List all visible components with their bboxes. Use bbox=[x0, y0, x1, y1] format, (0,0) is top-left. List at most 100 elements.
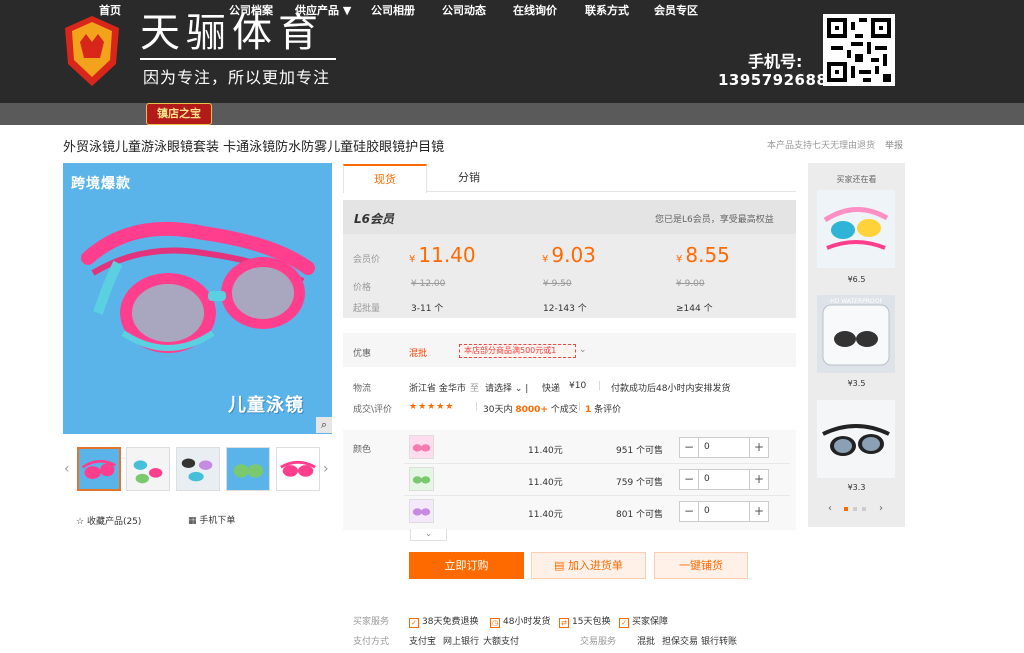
service-item: ✓ 买家保障 bbox=[619, 614, 668, 628]
row-divider bbox=[404, 495, 790, 496]
deal-days: 30天内 bbox=[483, 405, 513, 415]
mobile-order-button[interactable]: ▦ 手机下单 bbox=[188, 513, 235, 526]
shipping-fee: ¥10 bbox=[569, 381, 587, 391]
thumbnail[interactable] bbox=[126, 447, 170, 491]
add-to-cart-button[interactable]: ▤ 加入进货单 bbox=[531, 552, 646, 579]
review-suffix: 条评价 bbox=[594, 405, 622, 415]
original-price: ¥ 9.00 bbox=[676, 279, 705, 289]
quantity-range: 12-143 个 bbox=[543, 304, 587, 314]
nav-item-company-profile[interactable]: 公司档案 bbox=[229, 0, 273, 22]
thumbnail[interactable] bbox=[77, 447, 121, 491]
member-level: L6会员 bbox=[354, 212, 394, 226]
recommended-product-image[interactable] bbox=[817, 190, 895, 268]
nav-item-home[interactable]: 首页 bbox=[99, 0, 121, 22]
quantity-stepper[interactable]: − 0 + bbox=[679, 437, 769, 458]
recommended-product-image[interactable] bbox=[817, 400, 895, 478]
nav-item-inquiry[interactable]: 在线询价 bbox=[513, 0, 557, 22]
deal-number: 8000+ bbox=[515, 405, 548, 415]
service-item: ⇄ 15天包换 bbox=[559, 614, 610, 628]
minus-button[interactable]: − bbox=[680, 502, 699, 521]
member-price: ¥11.40 bbox=[409, 243, 476, 267]
nav-item-products[interactable]: 供应产品 ▼ bbox=[295, 0, 351, 22]
shield-check-icon: ✓ bbox=[619, 618, 629, 628]
thumbnail[interactable] bbox=[176, 447, 220, 491]
thumbnail[interactable] bbox=[276, 447, 320, 491]
sku-stock: 759 个可售 bbox=[616, 478, 664, 488]
sku-thumbnail[interactable] bbox=[409, 499, 434, 523]
quantity-stepper[interactable]: − 0 + bbox=[679, 501, 769, 522]
sku-price: 11.40元 bbox=[528, 446, 563, 456]
one-click-distribute-button[interactable]: 一键铺货 bbox=[654, 552, 748, 579]
recommendation-title: 买家还在看 bbox=[836, 175, 877, 184]
exchange-icon: ⇄ bbox=[559, 618, 569, 628]
quantity-stepper[interactable]: − 0 + bbox=[679, 469, 769, 490]
review-number: 1 bbox=[585, 405, 592, 415]
deal-suffix: 个成交 bbox=[550, 405, 578, 415]
payment-method: 支付宝 bbox=[409, 637, 437, 647]
chevron-down-icon[interactable]: ⌄ bbox=[579, 345, 587, 355]
nav-item-news[interactable]: 公司动态 bbox=[442, 0, 486, 22]
coupon-badge[interactable]: 本店部分商品满500元或1 bbox=[459, 344, 576, 358]
plus-button[interactable]: + bbox=[749, 438, 768, 457]
nav-item-members[interactable]: 会员专区 bbox=[654, 0, 698, 22]
service-label: 15天包换 bbox=[572, 617, 611, 627]
express-label: 快递 bbox=[542, 384, 561, 394]
service-label: 买家保障 bbox=[632, 617, 669, 627]
nav-item-album[interactable]: 公司相册 bbox=[371, 0, 415, 22]
clock-icon: ◷ bbox=[490, 618, 500, 628]
deals-label: 成交\评价 bbox=[353, 405, 393, 415]
favorite-label: 收藏产品(25) bbox=[86, 517, 142, 527]
thumb-prev-arrow-icon[interactable]: ‹ bbox=[64, 461, 70, 477]
brand-divider bbox=[140, 58, 336, 60]
quantity-range: ≥144 个 bbox=[676, 304, 713, 314]
favorite-button[interactable]: ☆ 收藏产品(25) bbox=[76, 514, 141, 527]
sku-thumbnail[interactable] bbox=[409, 435, 434, 459]
price-value: 9.03 bbox=[551, 243, 596, 267]
member-price: ¥8.55 bbox=[676, 243, 730, 267]
chevron-right-icon[interactable]: › bbox=[879, 503, 883, 514]
destination-select[interactable]: 请选择 ⌄ | bbox=[485, 381, 528, 394]
tab-distribution[interactable]: 分销 bbox=[427, 164, 511, 192]
quantity-input[interactable]: 0 bbox=[704, 438, 710, 457]
rating-stars-icon: ★★★★★ bbox=[409, 402, 455, 412]
sku-stock: 801 个可售 bbox=[616, 510, 664, 520]
quantity-input[interactable]: 0 bbox=[704, 470, 710, 489]
price-value: 8.55 bbox=[685, 243, 730, 267]
plus-button[interactable]: + bbox=[749, 502, 768, 521]
order-now-button[interactable]: 立即订购 bbox=[409, 552, 524, 579]
minus-button[interactable]: − bbox=[680, 438, 699, 457]
sku-thumbnail[interactable] bbox=[409, 467, 434, 491]
member-price: ¥9.03 bbox=[542, 243, 596, 267]
recommended-product-image[interactable] bbox=[817, 295, 895, 373]
shield-logo-icon[interactable] bbox=[62, 14, 122, 88]
list-icon: ▤ bbox=[554, 559, 568, 572]
thumb-next-arrow-icon[interactable]: › bbox=[323, 461, 329, 477]
report-link[interactable]: 举报 bbox=[885, 138, 903, 151]
review-count[interactable]: 1 条评价 bbox=[585, 402, 621, 415]
divider: | bbox=[475, 402, 479, 412]
tab-in-stock[interactable]: 现货 bbox=[343, 164, 427, 193]
quantity-input[interactable]: 0 bbox=[704, 502, 710, 521]
brand-slogan: 因为专注，所以更加专注 bbox=[143, 68, 331, 87]
buyer-services-label: 买家服务 bbox=[353, 617, 390, 627]
carousel-dot[interactable] bbox=[853, 507, 857, 511]
magnifier-icon[interactable]: ⌕ bbox=[316, 417, 332, 433]
plus-button[interactable]: + bbox=[749, 470, 768, 489]
nav-item-contact[interactable]: 联系方式 bbox=[585, 0, 629, 22]
payment-method: 大额支付 bbox=[483, 637, 520, 647]
currency-symbol: ¥ bbox=[409, 254, 416, 265]
deal-count: 30天内 8000+ 个成交 bbox=[483, 402, 578, 415]
thumbnail[interactable] bbox=[226, 447, 270, 491]
badge-icon: ✓ bbox=[409, 618, 419, 628]
payment-method: 网上银行 bbox=[443, 637, 480, 647]
ship-origin: 浙江省 金华市 bbox=[409, 384, 466, 394]
qr-code-icon bbox=[823, 14, 895, 86]
chevron-left-icon[interactable]: ‹ bbox=[828, 503, 832, 514]
minus-button[interactable]: − bbox=[680, 470, 699, 489]
nav-item-featured[interactable]: 镇店之宝 bbox=[146, 103, 212, 125]
sku-price: 11.40元 bbox=[528, 510, 563, 520]
carousel-dot[interactable] bbox=[862, 507, 866, 511]
carousel-dot[interactable] bbox=[844, 507, 848, 511]
min-order-label: 起批量 bbox=[353, 304, 381, 314]
expand-more-button[interactable]: ⌄ bbox=[410, 529, 447, 541]
